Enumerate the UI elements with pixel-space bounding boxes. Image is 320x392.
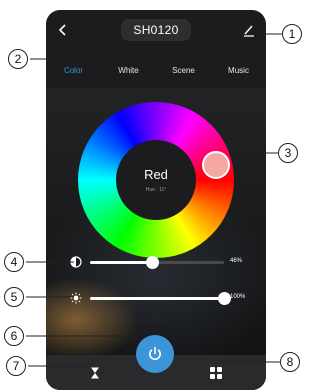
callout-4: 4 (4, 252, 24, 272)
callout-8: 8 (280, 352, 300, 372)
callout-leader-lines (26, 33, 282, 367)
callout-5: 5 (4, 287, 24, 307)
callout-7: 7 (6, 356, 26, 376)
callout-2: 2 (8, 49, 28, 69)
callout-1: 1 (282, 24, 302, 44)
callout-6: 6 (4, 326, 24, 346)
callout-3: 3 (278, 143, 298, 163)
